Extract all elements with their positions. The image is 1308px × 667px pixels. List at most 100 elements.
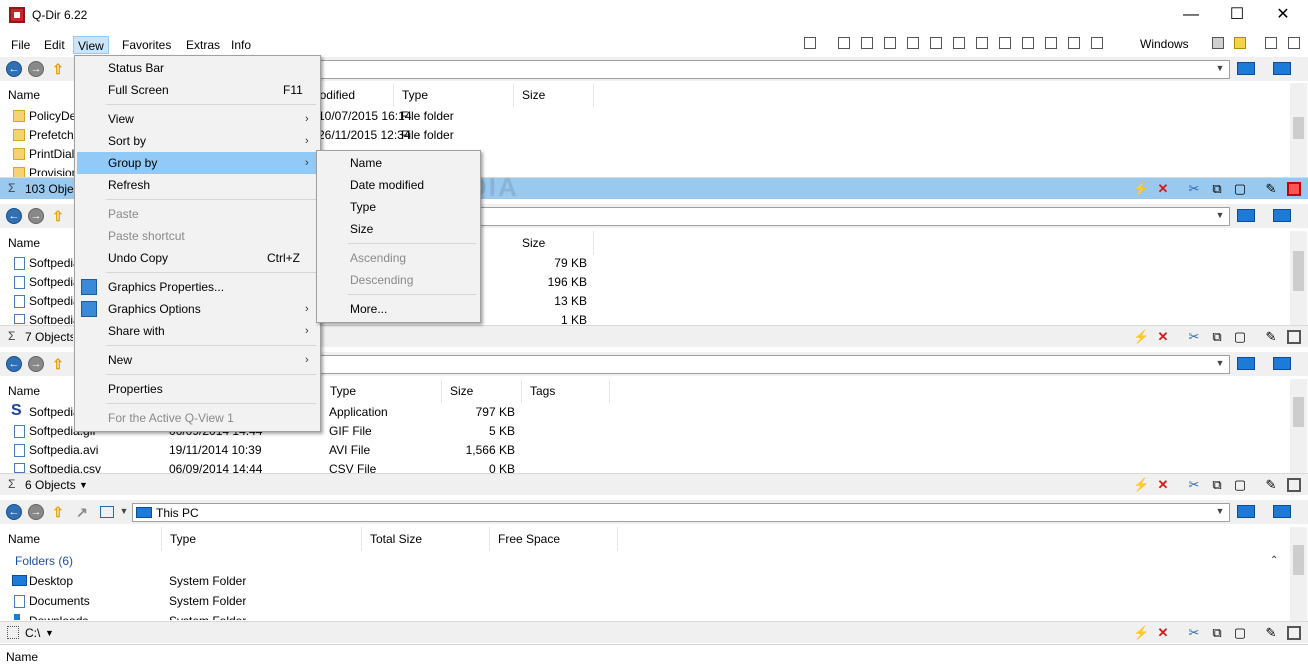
column-header-name[interactable]: Name (0, 527, 162, 551)
chevron-down-icon[interactable]: ▼ (1211, 60, 1229, 79)
file-name[interactable]: Softpedia.avi (29, 441, 98, 460)
column-header-name[interactable]: Name (0, 231, 80, 255)
file-name[interactable]: Softpedia (29, 292, 75, 311)
rename-icon[interactable]: ✎ (1264, 330, 1278, 344)
rename-icon[interactable]: ✎ (1264, 478, 1278, 492)
menu-item-paste-shortcut[interactable]: Paste shortcut (77, 225, 318, 247)
collapse-icon[interactable]: ⌃ (1270, 555, 1278, 566)
menu-item-view[interactable]: View › (77, 108, 318, 130)
menu-item-refresh[interactable]: Refresh (77, 174, 318, 196)
menu-extras[interactable]: Extras (182, 36, 224, 54)
chevron-down-icon[interactable]: ▼ (1211, 355, 1229, 374)
copy-icon[interactable]: ⧉ (1210, 182, 1224, 196)
properties-icon[interactable] (1287, 182, 1301, 196)
column-header-size[interactable]: Size (514, 231, 594, 255)
copy-icon[interactable]: ⧉ (1210, 330, 1224, 344)
layout-icon[interactable] (804, 37, 816, 49)
address-input[interactable] (300, 60, 1230, 79)
folder-name[interactable]: Downloads (29, 612, 88, 620)
scroll-thumb[interactable] (1293, 397, 1304, 427)
view-mode-icon[interactable] (100, 506, 114, 518)
menu-edit[interactable]: Edit (40, 36, 69, 54)
scroll-thumb[interactable] (1293, 117, 1304, 139)
monitor-icon[interactable] (1237, 62, 1255, 75)
menu-item-graphics-properties[interactable]: Graphics Properties... (77, 276, 318, 298)
menu-item-share-with[interactable]: Share with › (77, 320, 318, 342)
chevron-down-icon[interactable]: ▼ (79, 480, 88, 490)
file-name[interactable]: Softpedia (29, 254, 75, 273)
lightning-icon[interactable]: ⚡ (1133, 478, 1149, 492)
groupby-size[interactable]: Size (319, 218, 478, 240)
chevron-down-icon[interactable]: ▼ (1211, 207, 1229, 226)
menu-item-status-bar[interactable]: Status Bar (77, 57, 318, 79)
monitor-icon[interactable] (1273, 62, 1291, 75)
forward-icon[interactable]: → (28, 208, 44, 224)
copy-icon[interactable]: ⧉ (1210, 478, 1224, 492)
column-header-size[interactable]: Size (442, 379, 522, 403)
maximize-button[interactable]: ☐ (1214, 0, 1260, 32)
monitor-icon[interactable] (1237, 209, 1255, 222)
forward-icon[interactable]: → (28, 504, 44, 520)
star-icon[interactable] (1234, 37, 1246, 49)
column-header-total-size[interactable]: Total Size (362, 527, 490, 551)
menu-favorites[interactable]: Favorites (118, 36, 175, 54)
menu-item-group-by[interactable]: Group by › (77, 152, 318, 174)
forward-icon[interactable]: → (28, 356, 44, 372)
cut-icon[interactable]: ✂ (1187, 182, 1201, 196)
monitor-icon[interactable] (1237, 357, 1255, 370)
back-icon[interactable]: ← (6, 61, 22, 77)
up-icon[interactable]: ⇧ (50, 61, 66, 77)
delete-icon[interactable]: ✕ (1156, 626, 1170, 640)
layout-icon[interactable] (1068, 37, 1080, 49)
group-header[interactable]: Folders (6) (15, 554, 73, 568)
column-header-name[interactable]: Name (6, 650, 38, 664)
address-input[interactable] (300, 355, 1230, 374)
properties-icon[interactable] (1287, 330, 1301, 344)
cut-icon[interactable]: ✂ (1187, 330, 1201, 344)
groupby-name[interactable]: Name (319, 152, 478, 174)
rename-icon[interactable]: ✎ (1264, 182, 1278, 196)
layout-icon[interactable] (1045, 37, 1057, 49)
panel-icon[interactable] (1288, 37, 1300, 49)
copy-icon[interactable]: ⧉ (1210, 626, 1224, 640)
column-header-name[interactable]: Name (0, 379, 80, 403)
menu-info[interactable]: Info (227, 36, 255, 54)
menu-item-active-qview[interactable]: For the Active Q-View 1 (77, 407, 318, 429)
column-header-type[interactable]: Type (322, 379, 442, 403)
rename-icon[interactable]: ✎ (1264, 626, 1278, 640)
column-header-size[interactable]: Size (514, 83, 594, 107)
up-icon[interactable]: ⇧ (50, 356, 66, 372)
menu-item-new[interactable]: New › (77, 349, 318, 371)
chevron-down-icon[interactable]: ▼ (1211, 503, 1229, 522)
file-name[interactable]: PolicyDefinitions (29, 107, 75, 126)
tools-icon[interactable] (1265, 37, 1277, 49)
column-header-tags[interactable]: Tags (522, 379, 610, 403)
menu-item-properties[interactable]: Properties (77, 378, 318, 400)
properties-icon[interactable] (1287, 626, 1301, 640)
folder-name[interactable]: Desktop (29, 572, 73, 591)
menu-item-paste[interactable]: Paste (77, 203, 318, 225)
groupby-type[interactable]: Type (319, 196, 478, 218)
paste-icon[interactable]: ▢ (1233, 330, 1247, 344)
groupby-date-modified[interactable]: Date modified (319, 174, 478, 196)
delete-icon[interactable]: ✕ (1156, 182, 1170, 196)
layout-icon[interactable] (1022, 37, 1034, 49)
menu-view[interactable]: View (73, 36, 109, 54)
menu-item-graphics-options[interactable]: Graphics Options › (77, 298, 318, 320)
scroll-thumb[interactable] (1293, 251, 1304, 291)
lightning-icon[interactable]: ⚡ (1133, 626, 1149, 640)
monitor-icon[interactable] (1273, 209, 1291, 222)
minimize-button[interactable]: — (1168, 0, 1214, 32)
object-count[interactable]: 6 Objects (25, 478, 76, 492)
column-header-free-space[interactable]: Free Space (490, 527, 618, 551)
file-name[interactable]: Softpedia (29, 311, 75, 324)
scrollbar[interactable] (1290, 379, 1307, 473)
lightning-icon[interactable]: ⚡ (1133, 182, 1149, 196)
cut-icon[interactable]: ✂ (1187, 626, 1201, 640)
monitor-icon[interactable] (1273, 357, 1291, 370)
layout-icon[interactable] (861, 37, 873, 49)
address-input[interactable]: This PC (132, 503, 1230, 522)
column-header-type[interactable]: Type (394, 83, 514, 107)
layout-icon[interactable] (999, 37, 1011, 49)
scrollbar[interactable] (1290, 231, 1307, 325)
